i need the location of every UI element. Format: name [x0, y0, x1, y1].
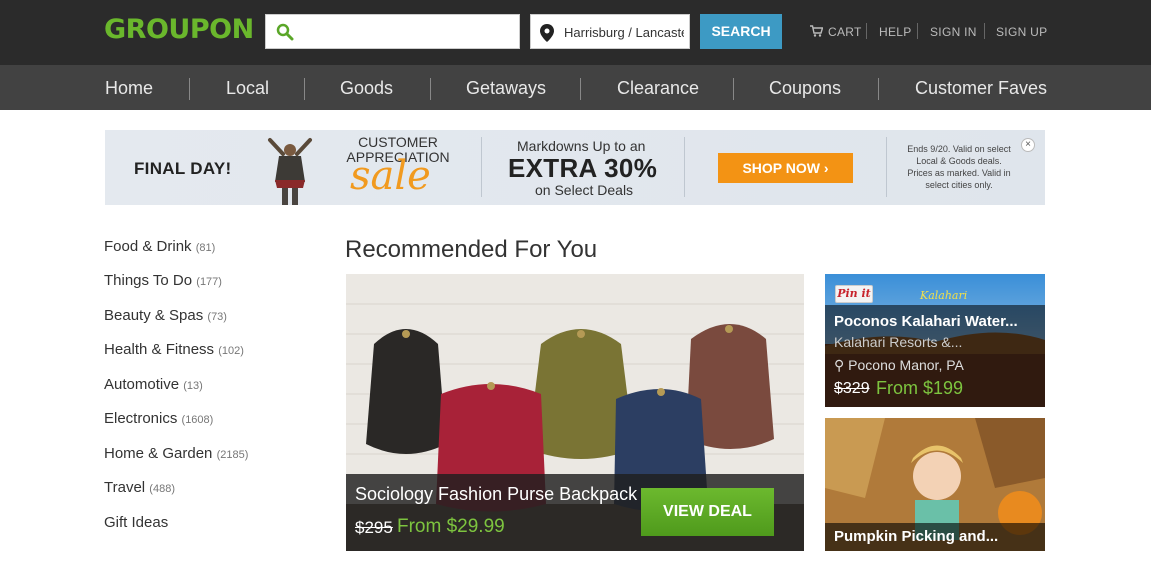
side-deal-kalahari-title[interactable]: Poconos Kalahari Water... — [834, 313, 1018, 330]
pin-it-button[interactable]: Pin it — [835, 285, 873, 303]
cart-link[interactable]: CART — [828, 25, 862, 39]
search-button[interactable]: SEARCH — [700, 14, 782, 49]
nav-home[interactable]: Home — [105, 78, 153, 99]
sidebar-item-food-drink[interactable]: Food & Drink (81) — [104, 238, 215, 255]
category-label: Automotive — [104, 376, 180, 393]
divider — [430, 78, 431, 100]
divider — [866, 23, 867, 39]
location-box[interactable] — [530, 14, 690, 49]
category-count: (13) — [183, 380, 203, 392]
category-label: Electronics — [104, 410, 178, 427]
location-pin-icon — [540, 24, 554, 42]
chevron-right-icon: › — [823, 160, 829, 176]
sidebar-item-beauty-spas[interactable]: Beauty & Spas (73) — [104, 307, 227, 324]
category-label: Beauty & Spas — [104, 307, 204, 324]
category-count: (81) — [195, 242, 216, 254]
banner-final-day: FINAL DAY! — [134, 159, 232, 178]
category-label: Home & Garden — [104, 445, 213, 462]
groupon-logo[interactable]: GROUPON — [104, 14, 254, 45]
location-input[interactable] — [564, 19, 684, 45]
sign-up-link[interactable]: SIGN UP — [996, 25, 1047, 39]
location-pin-icon: ⚲ — [834, 357, 845, 373]
shop-now-button[interactable]: SHOP NOW › — [718, 153, 853, 183]
side-deal-kalahari-location: ⚲ Pocono Manor, PA — [834, 357, 964, 374]
section-title: Recommended For You — [345, 236, 598, 263]
featured-new-price: From $29.99 — [397, 516, 505, 537]
sidebar-item-travel[interactable]: Travel (488) — [104, 479, 175, 496]
divider — [917, 23, 918, 39]
banner-markdowns: Markdowns Up to an — [517, 138, 646, 154]
divider — [189, 78, 190, 100]
featured-old-price: $295 — [355, 518, 393, 537]
jumping-person-image — [268, 138, 312, 205]
nav-local[interactable]: Local — [226, 78, 269, 99]
nav-clearance[interactable]: Clearance — [617, 78, 699, 99]
search-icon — [276, 23, 294, 41]
close-icon[interactable]: × — [1021, 138, 1035, 152]
side-deal-kalahari-old-price: $329 — [834, 380, 870, 397]
banner-select-deals: on Select Deals — [535, 182, 634, 198]
category-label: Health & Fitness — [104, 341, 215, 358]
sidebar-item-health-fitness[interactable]: Health & Fitness (102) — [104, 341, 244, 358]
banner-extra-30: EXTRA 30% — [508, 153, 658, 183]
featured-deal-title[interactable]: Sociology Fashion Purse Backpack — [355, 484, 637, 505]
search-input[interactable] — [302, 19, 512, 45]
kalahari-logo: Kalahari — [920, 289, 968, 302]
cart-icon[interactable] — [810, 25, 823, 37]
help-link[interactable]: HELP — [879, 25, 912, 39]
divider — [580, 78, 581, 100]
divider — [878, 78, 879, 100]
side-deal-kalahari-subtitle: Kalahari Resorts &... — [834, 334, 963, 350]
category-label: Food & Drink — [104, 238, 192, 255]
sidebar-item-gift-ideas[interactable]: Gift Ideas — [104, 514, 168, 531]
category-count: (1608) — [181, 414, 214, 426]
sidebar-item-automotive[interactable]: Automotive (13) — [104, 376, 203, 393]
side-deal-kalahari-new-price: From $199 — [876, 378, 964, 398]
divider — [984, 23, 985, 39]
category-count: (488) — [149, 483, 175, 495]
category-count: (73) — [207, 311, 227, 323]
nav-coupons[interactable]: Coupons — [769, 78, 841, 99]
divider — [886, 137, 887, 197]
category-label: Things To Do — [104, 272, 193, 289]
category-count: (177) — [196, 276, 222, 288]
category-count: (102) — [218, 345, 244, 357]
banner-fine-print: Ends 9/20. Valid on select Local & Goods… — [907, 144, 1011, 190]
search-box[interactable] — [265, 14, 520, 49]
nav-customer-faves[interactable]: Customer Faves — [915, 78, 1047, 99]
location-text: Pocono Manor, PA — [848, 357, 964, 373]
nav-goods[interactable]: Goods — [340, 78, 393, 99]
sign-in-link[interactable]: SIGN IN — [930, 25, 977, 39]
category-label: Travel — [104, 479, 146, 496]
sidebar-item-home-garden[interactable]: Home & Garden (2185) — [104, 445, 248, 462]
divider — [684, 137, 685, 197]
nav-getaways[interactable]: Getaways — [466, 78, 546, 99]
sidebar-item-electronics[interactable]: Electronics (1608) — [104, 410, 213, 427]
view-deal-button[interactable]: VIEW DEAL — [641, 488, 774, 536]
divider — [733, 78, 734, 100]
side-deal-pumpkin-title[interactable]: Pumpkin Picking and... — [834, 528, 998, 545]
sidebar-item-things-to-do[interactable]: Things To Do (177) — [104, 272, 222, 289]
banner-sale: sale — [350, 153, 431, 199]
divider — [481, 137, 482, 197]
category-count: (2185) — [216, 449, 249, 461]
category-label: Gift Ideas — [104, 514, 169, 531]
shop-now-label: SHOP NOW — [742, 160, 820, 176]
divider — [304, 78, 305, 100]
